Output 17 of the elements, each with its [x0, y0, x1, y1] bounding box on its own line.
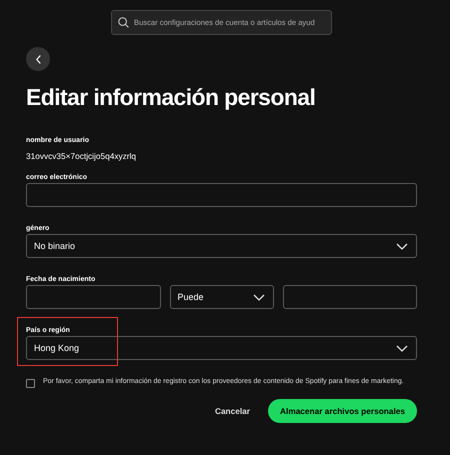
input-field[interactable]	[26, 183, 417, 207]
month-select[interactable]: Puede	[170, 285, 274, 309]
input-field[interactable]	[282, 285, 417, 309]
back-button[interactable]	[26, 47, 50, 71]
select-field[interactable]: Hong Kong	[26, 336, 417, 360]
chevron-down-icon	[252, 294, 264, 300]
select-field[interactable]: No binario	[26, 234, 417, 258]
cancel-button[interactable]: Cancelar	[212, 400, 252, 422]
chevron-left-icon	[36, 54, 40, 64]
username-text: 31ovvcv35×7octjcijo5q4xyzrlq	[26, 151, 136, 162]
input-field[interactable]	[26, 285, 160, 309]
search-icon	[118, 17, 129, 28]
chevron-down-icon	[396, 242, 408, 250]
checkbox[interactable]	[26, 379, 35, 388]
save-button[interactable]: Almacenar archivos personales	[268, 399, 417, 423]
page-title: Editar información personal	[26, 84, 316, 110]
chevron-down-icon	[396, 344, 408, 352]
